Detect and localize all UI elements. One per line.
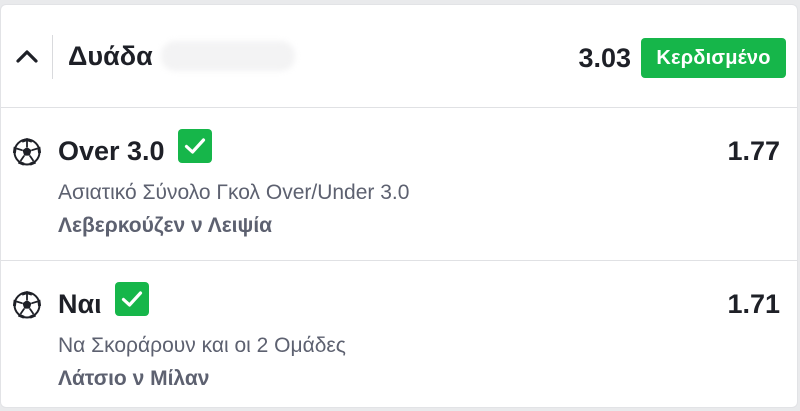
bet-slip-card: Δυάδα 3.03 Κερδισμένο Over 3.0 1.77 Ασια… <box>0 4 798 408</box>
event-name[interactable]: Λεβερκούζεν ν Λειψία <box>58 214 272 238</box>
status-badge: Κερδισμένο <box>641 38 786 78</box>
selection-row[interactable]: Over 3.0 1.77 Ασιατικό Σύνολο Γκολ Over/… <box>1 108 797 261</box>
selection-name: Over 3.0 <box>58 136 165 166</box>
soccer-ball-icon <box>13 291 41 319</box>
redacted-bet-name <box>161 41 295 71</box>
event-name[interactable]: Λάτσιο ν Μίλαν <box>58 367 209 391</box>
check-icon <box>115 282 149 316</box>
collapse-button[interactable] <box>9 36 45 76</box>
bet-type-title: Δυάδα <box>68 41 153 71</box>
chevron-up-icon <box>16 50 38 63</box>
selection-name: Ναι <box>58 289 102 319</box>
selection-odds: 1.71 <box>727 289 780 319</box>
header-divider <box>52 35 53 79</box>
soccer-ball-icon <box>13 138 41 166</box>
total-odds: 3.03 <box>578 43 631 73</box>
bet-header: Δυάδα 3.03 Κερδισμένο <box>1 5 797 108</box>
selection-row[interactable]: Ναι 1.71 Να Σκοράρουν και οι 2 Ομάδες Λά… <box>1 261 797 407</box>
market-name: Ασιατικό Σύνολο Γκολ Over/Under 3.0 <box>58 181 410 204</box>
check-icon <box>178 129 212 163</box>
market-name: Να Σκοράρουν και οι 2 Ομάδες <box>58 334 346 357</box>
selection-odds: 1.77 <box>727 136 780 166</box>
